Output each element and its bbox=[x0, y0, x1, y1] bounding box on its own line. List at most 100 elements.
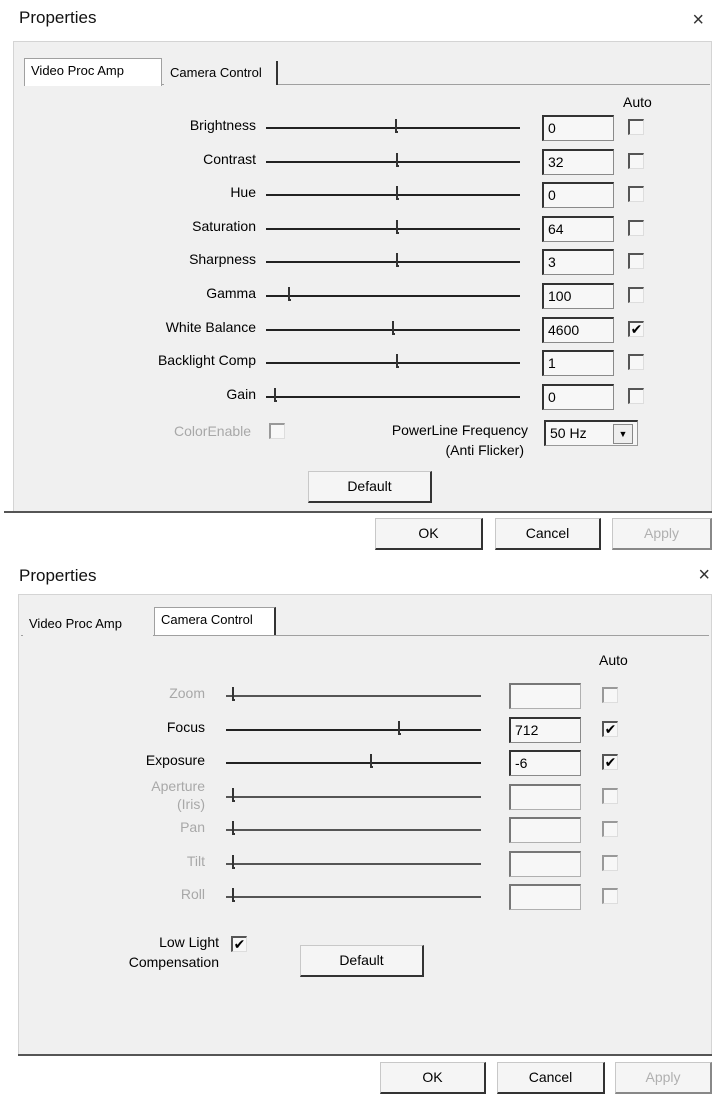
aperture-slider-thumb[interactable] bbox=[232, 787, 235, 802]
zoom-slider-thumb[interactable] bbox=[232, 687, 235, 701]
powerline-label: PowerLine Frequency bbox=[391, 422, 528, 438]
close-icon[interactable]: × bbox=[698, 565, 710, 585]
backlight-comp-slider[interactable] bbox=[266, 362, 520, 365]
backlight-comp-label: Backlight Comp bbox=[157, 352, 256, 369]
roll-slider[interactable] bbox=[226, 896, 481, 898]
focus-value-field[interactable]: 712 bbox=[509, 716, 581, 743]
sharpness-value-field[interactable]: 3 bbox=[542, 249, 614, 276]
white-balance-label: White Balance bbox=[165, 318, 256, 335]
gamma-slider[interactable] bbox=[266, 295, 520, 297]
hue-auto-checkbox[interactable] bbox=[628, 186, 644, 203]
gamma-auto-checkbox[interactable] bbox=[628, 287, 644, 303]
close-icon[interactable]: × bbox=[692, 10, 704, 30]
apply-button[interactable]: Apply bbox=[615, 1062, 712, 1094]
chevron-down-icon[interactable]: ▼ bbox=[613, 424, 633, 444]
contrast-auto-checkbox[interactable] bbox=[628, 152, 644, 169]
sharpness-slider-thumb[interactable] bbox=[396, 253, 399, 268]
aperture-slider[interactable] bbox=[226, 795, 481, 798]
brightness-value-field[interactable]: 0 bbox=[542, 115, 614, 141]
saturation-label: Saturation bbox=[192, 217, 256, 234]
aperture-value-field[interactable] bbox=[509, 783, 581, 810]
sharpness-slider[interactable] bbox=[266, 261, 520, 264]
low-light-label: Low Light bbox=[159, 934, 219, 950]
properties-dialog-video-proc-amp: Properties × Video Proc Amp Camera Contr… bbox=[0, 0, 712, 556]
properties-dialog-camera-control: Properties × Video Proc Amp Camera Contr… bbox=[0, 556, 712, 1097]
pan-value-field[interactable] bbox=[509, 817, 581, 843]
saturation-slider[interactable] bbox=[266, 227, 520, 230]
tilt-value-field[interactable] bbox=[509, 850, 581, 877]
tilt-slider[interactable] bbox=[226, 862, 481, 865]
brightness-auto-checkbox[interactable] bbox=[628, 119, 644, 135]
contrast-slider-thumb[interactable] bbox=[396, 152, 399, 167]
hue-value-field[interactable]: 0 bbox=[542, 182, 614, 209]
saturation-auto-checkbox[interactable] bbox=[628, 219, 644, 236]
color-enable-label: ColorEnable bbox=[174, 423, 252, 439]
exposure-slider-thumb[interactable] bbox=[370, 754, 373, 768]
backlight-comp-auto-checkbox[interactable] bbox=[628, 354, 644, 371]
zoom-value-field[interactable] bbox=[509, 683, 581, 709]
ok-button[interactable]: OK bbox=[375, 518, 483, 550]
saturation-value-field[interactable]: 64 bbox=[542, 215, 614, 242]
zoom-slider[interactable] bbox=[226, 695, 481, 697]
brightness-label: Brightness bbox=[189, 117, 256, 133]
default-button[interactable]: Default bbox=[308, 471, 432, 503]
default-button[interactable]: Default bbox=[300, 945, 424, 977]
backlight-comp-slider-thumb[interactable] bbox=[396, 354, 399, 369]
apply-button[interactable]: Apply bbox=[612, 518, 712, 550]
roll-value-field[interactable] bbox=[509, 884, 581, 910]
tab-video-proc-amp[interactable]: Video Proc Amp bbox=[23, 612, 153, 636]
brightness-slider[interactable] bbox=[266, 127, 520, 129]
roll-auto-checkbox[interactable] bbox=[602, 888, 618, 904]
aperture-auto-checkbox[interactable] bbox=[602, 787, 618, 804]
powerline-frequency-select[interactable]: 50 Hz ▼ bbox=[544, 420, 638, 446]
focus-slider[interactable] bbox=[226, 728, 481, 731]
white-balance-value-field[interactable]: 4600 bbox=[542, 316, 614, 343]
exposure-auto-checkbox[interactable]: ✔ bbox=[602, 754, 618, 770]
gain-auto-checkbox[interactable] bbox=[628, 387, 644, 404]
white-balance-slider-thumb[interactable] bbox=[392, 320, 395, 335]
focus-label: Focus bbox=[166, 718, 205, 735]
exposure-value-field[interactable]: -6 bbox=[509, 750, 581, 776]
gamma-slider-thumb[interactable] bbox=[288, 287, 291, 301]
dialog-footer: OK Cancel Apply bbox=[0, 511, 712, 556]
pan-slider[interactable] bbox=[226, 829, 481, 831]
pan-auto-checkbox[interactable] bbox=[602, 821, 618, 837]
tilt-slider-thumb[interactable] bbox=[232, 854, 235, 869]
roll-label: Roll bbox=[180, 886, 205, 902]
hue-slider[interactable] bbox=[266, 194, 520, 197]
focus-auto-checkbox[interactable]: ✔ bbox=[602, 720, 618, 737]
brightness-slider-thumb[interactable] bbox=[395, 119, 398, 133]
gain-slider-thumb[interactable] bbox=[274, 387, 277, 402]
auto-header: Auto bbox=[599, 652, 628, 668]
cancel-button[interactable]: Cancel bbox=[497, 1062, 605, 1094]
footer-divider bbox=[4, 511, 712, 513]
aperture-sublabel: (Iris) bbox=[177, 795, 205, 812]
exposure-slider[interactable] bbox=[226, 762, 481, 764]
gamma-label: Gamma bbox=[206, 285, 256, 301]
hue-slider-thumb[interactable] bbox=[396, 186, 399, 201]
gain-value-field[interactable]: 0 bbox=[542, 383, 614, 410]
white-balance-auto-checkbox[interactable]: ✔ bbox=[628, 320, 644, 337]
cancel-button[interactable]: Cancel bbox=[495, 518, 601, 550]
auto-header: Auto bbox=[623, 94, 652, 110]
saturation-slider-thumb[interactable] bbox=[396, 219, 399, 234]
pan-slider-thumb[interactable] bbox=[232, 821, 235, 835]
tab-camera-control[interactable]: Camera Control bbox=[154, 607, 276, 635]
tab-video-proc-amp[interactable]: Video Proc Amp bbox=[24, 58, 162, 86]
zoom-auto-checkbox[interactable] bbox=[602, 687, 618, 703]
gain-slider[interactable] bbox=[266, 395, 520, 398]
tilt-auto-checkbox[interactable] bbox=[602, 854, 618, 871]
backlight-comp-value-field[interactable]: 1 bbox=[542, 350, 614, 377]
ok-button[interactable]: OK bbox=[380, 1062, 486, 1094]
low-light-sublabel: Compensation bbox=[128, 954, 219, 970]
color-enable-checkbox[interactable] bbox=[269, 423, 285, 439]
dialog-title: Properties bbox=[19, 8, 97, 27]
gamma-value-field[interactable]: 100 bbox=[542, 283, 614, 309]
focus-slider-thumb[interactable] bbox=[398, 720, 401, 735]
contrast-value-field[interactable]: 32 bbox=[542, 148, 614, 175]
tab-camera-control[interactable]: Camera Control bbox=[164, 61, 278, 85]
contrast-slider[interactable] bbox=[266, 160, 520, 163]
low-light-compensation-checkbox[interactable]: ✔ bbox=[231, 936, 247, 952]
sharpness-auto-checkbox[interactable] bbox=[628, 253, 644, 270]
roll-slider-thumb[interactable] bbox=[232, 888, 235, 902]
